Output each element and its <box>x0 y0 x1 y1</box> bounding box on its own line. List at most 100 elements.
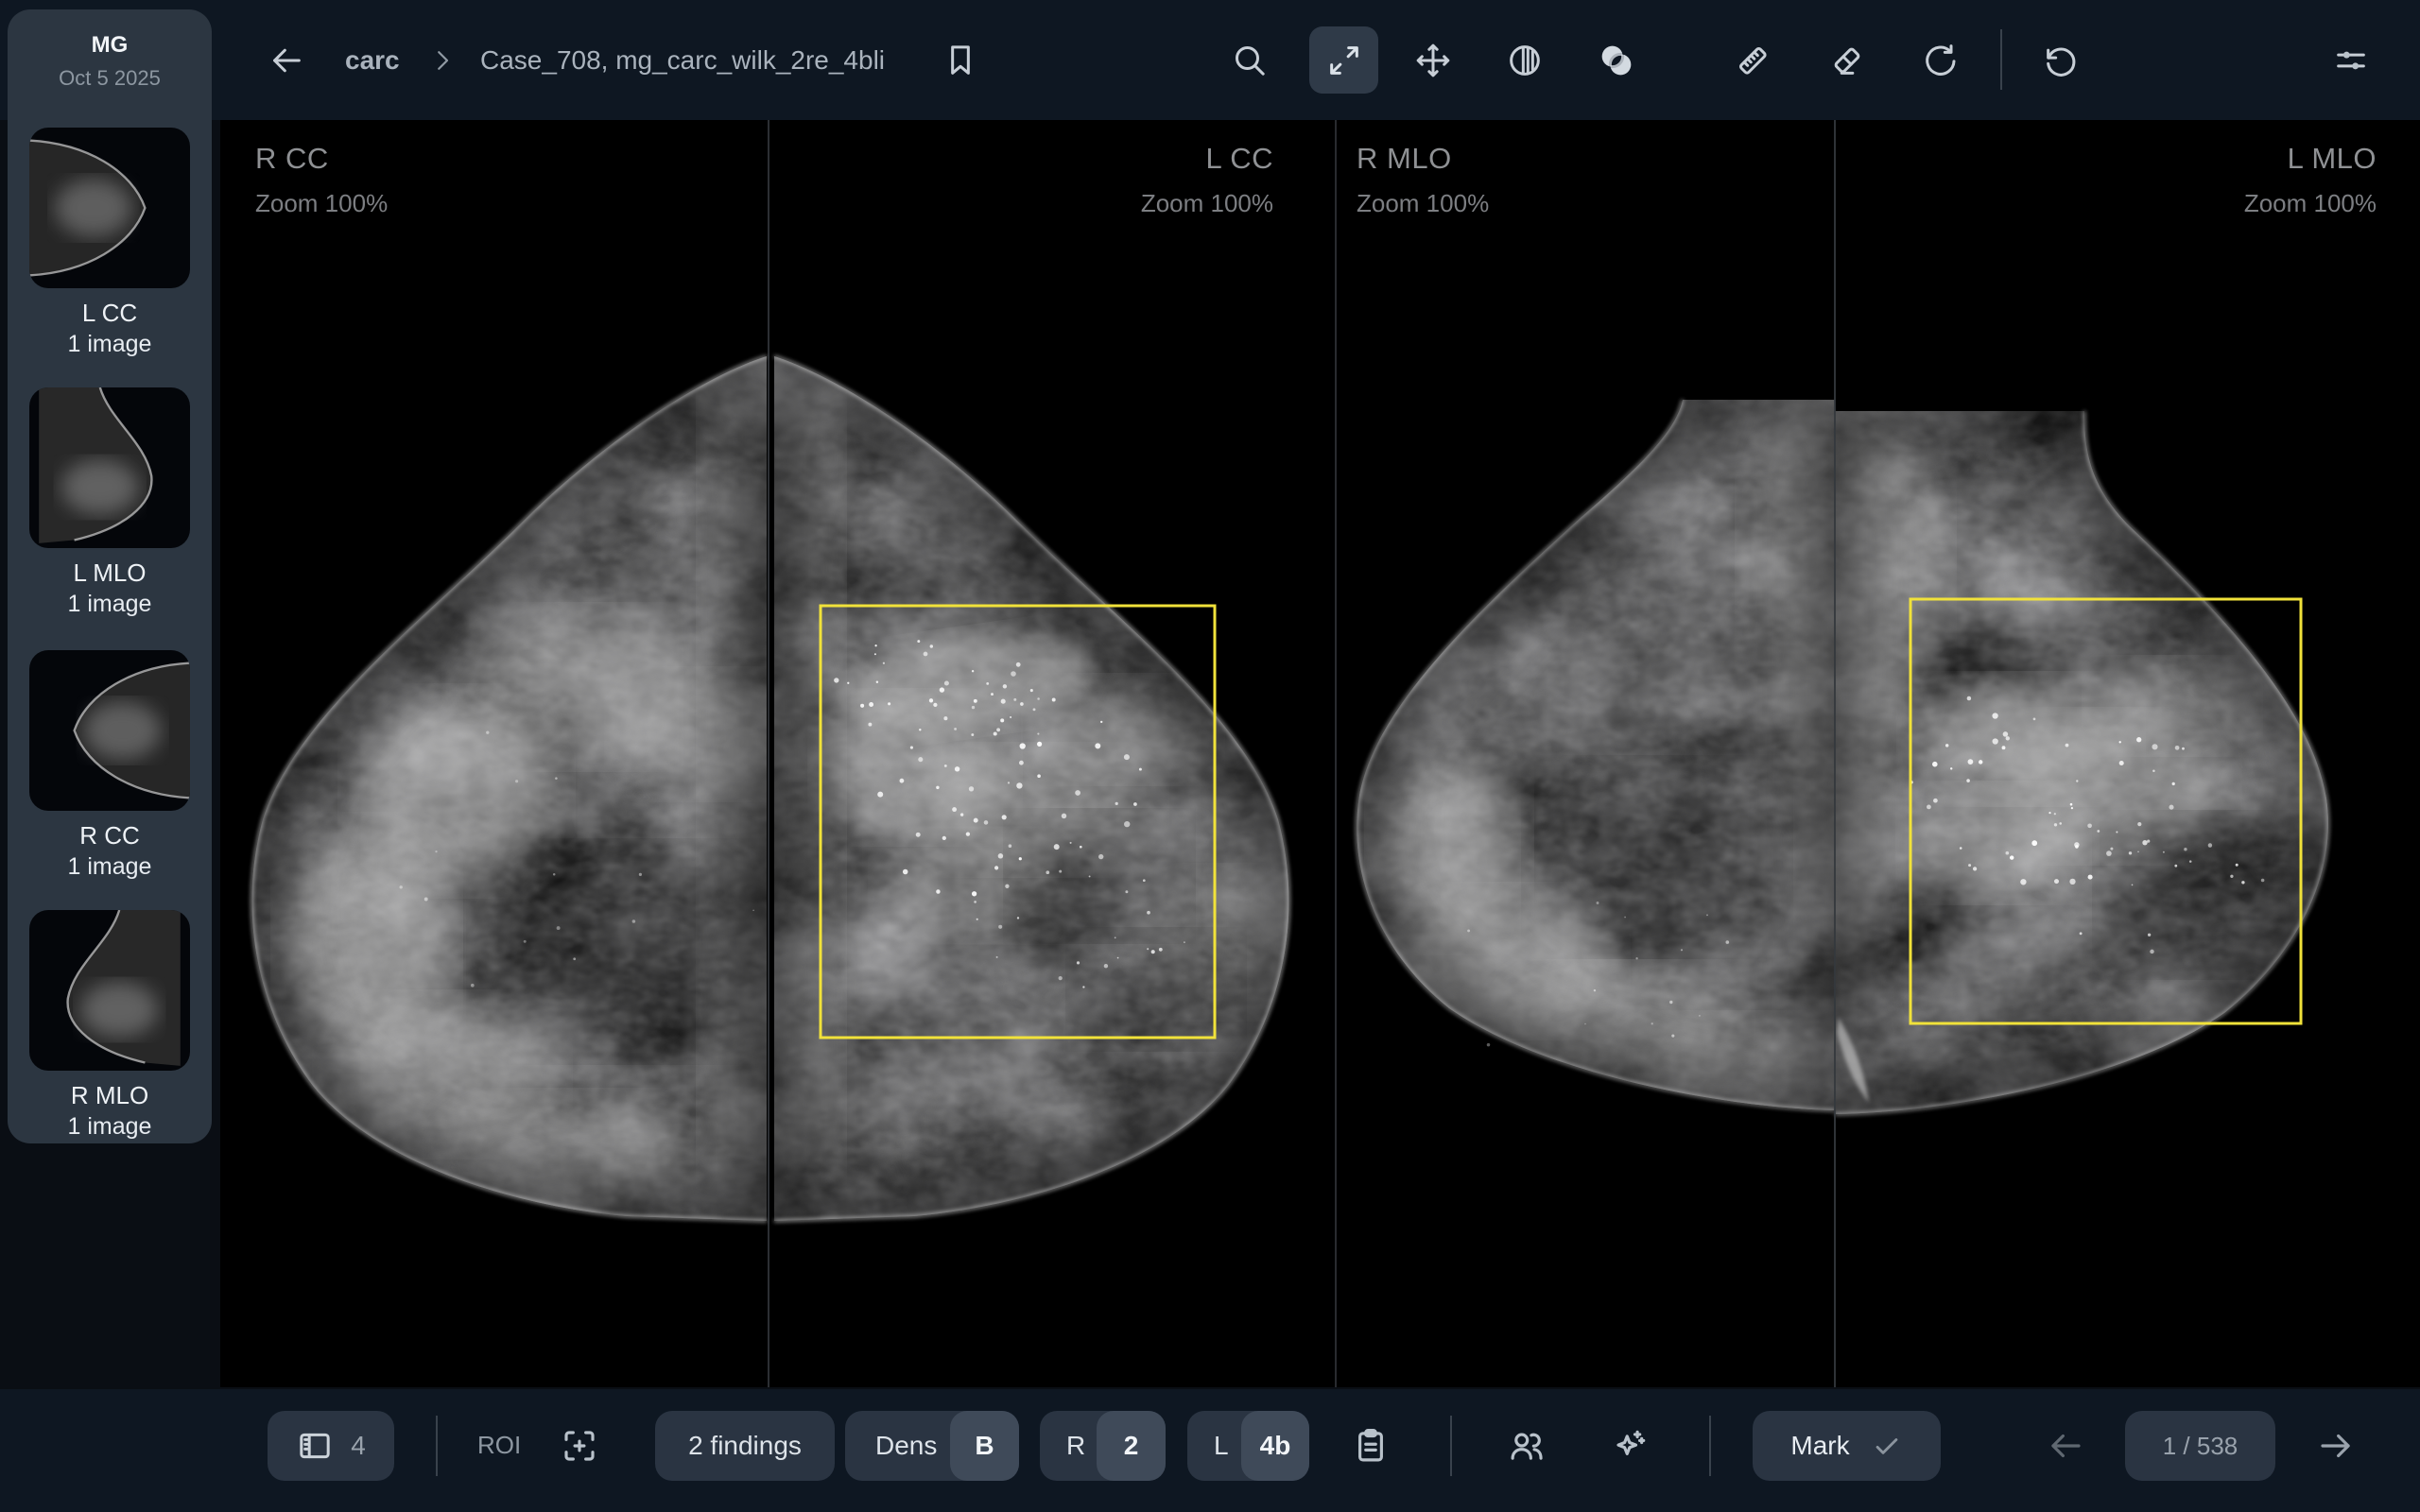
birads-right-button[interactable]: R 2 <box>1040 1411 1166 1481</box>
thumbnail-rcc[interactable] <box>29 650 190 811</box>
thumbnail-label: L CC <box>8 298 212 330</box>
mammogram-canvas <box>220 120 2420 1387</box>
sliders-icon <box>2332 42 2370 79</box>
rcc-image <box>239 337 802 1245</box>
layout-count: 4 <box>351 1431 366 1461</box>
bottom-toolbar: 4 ROI 2 findings Dens B R 2 L 4b <box>0 1389 2420 1512</box>
bookmark-button[interactable] <box>939 39 982 82</box>
pan-tool-button[interactable] <box>1411 39 1455 82</box>
toolbar-divider <box>1450 1416 1452 1476</box>
thumbnail-label: L MLO <box>8 558 212 590</box>
blend-icon <box>1598 42 1635 79</box>
case-title-wrap: Case_708, mg_carc_wilk_2re_4bli <box>480 0 885 120</box>
toolbar-divider <box>436 1416 438 1476</box>
density-label: Dens <box>875 1431 937 1461</box>
blend-tool-button[interactable] <box>1595 39 1638 82</box>
thumbnail-count: 1 image <box>8 1112 212 1142</box>
thumbnail-lcc[interactable] <box>29 128 190 288</box>
birads-right-label: R <box>1066 1431 1085 1461</box>
case-title: Case_708, mg_carc_wilk_2re_4bli <box>480 45 885 76</box>
thumbnail-lmlo[interactable] <box>29 387 190 548</box>
mark-label: Mark <box>1790 1431 1849 1461</box>
roi-label: ROI <box>477 1431 521 1460</box>
birads-left-label: L <box>1214 1431 1229 1461</box>
thumbnail-count: 1 image <box>8 852 212 882</box>
sidebar-item-lmlo[interactable]: L MLO 1 image <box>8 387 212 619</box>
panel-divider <box>768 120 769 1387</box>
next-case-button[interactable] <box>2314 1424 2358 1468</box>
layout-button[interactable]: 4 <box>268 1411 394 1481</box>
findings-label: 2 findings <box>688 1431 802 1461</box>
zoom-tool-button[interactable] <box>1309 26 1378 94</box>
move-icon <box>1414 42 1452 79</box>
top-toolbar: carc Case_708, mg_carc_wilk_2re_4bli <box>0 0 2420 120</box>
thumbnail-label: R CC <box>8 820 212 852</box>
sidebar-item-rcc[interactable]: R CC 1 image <box>8 650 212 882</box>
collaborators-button[interactable] <box>1505 1424 1548 1468</box>
image-viewport[interactable]: R CC Zoom 100% L CC Zoom 100% R MLO Zoom… <box>220 120 2420 1387</box>
density-value[interactable]: B <box>950 1411 1019 1481</box>
settings-button[interactable] <box>2329 39 2373 82</box>
arrow-left-icon <box>2046 1426 2085 1466</box>
report-button[interactable] <box>1349 1424 1392 1468</box>
ruler-icon <box>1734 42 1772 79</box>
clipboard-icon <box>1351 1426 1391 1466</box>
thumbnail-count: 1 image <box>8 590 212 619</box>
refresh-icon <box>1922 42 1960 79</box>
thumbnail-lmlo-image <box>29 387 190 548</box>
prev-case-button[interactable] <box>2044 1424 2087 1468</box>
study-sidebar: MG Oct 5 2025 L CC 1 image <box>8 9 212 1143</box>
breadcrumb-parent[interactable]: carc <box>345 45 400 76</box>
focus-icon <box>560 1426 599 1466</box>
lmlo-image <box>1827 394 2420 1160</box>
ai-assist-button[interactable] <box>1607 1424 1651 1468</box>
thumbnail-rmlo-image <box>29 910 190 1071</box>
people-icon <box>1507 1426 1547 1466</box>
sparkle-icon <box>1609 1426 1649 1466</box>
modality-label: MG <box>8 32 212 59</box>
thumbnail-rmlo[interactable] <box>29 910 190 1071</box>
birads-left-button[interactable]: L 4b <box>1187 1411 1309 1481</box>
eraser-icon <box>1828 42 1866 79</box>
arrow-right-icon <box>2316 1426 2356 1466</box>
thumbnail-count: 1 image <box>8 330 212 359</box>
sidebar-item-rmlo[interactable]: R MLO 1 image <box>8 910 212 1142</box>
expand-icon <box>1325 42 1363 79</box>
birads-right-value[interactable]: 2 <box>1097 1411 1166 1481</box>
thumbnail-label: R MLO <box>8 1080 212 1112</box>
roi-focus-button[interactable] <box>558 1424 601 1468</box>
mammography-viewer: carc Case_708, mg_carc_wilk_2re_4bli <box>0 0 2420 1512</box>
search-button[interactable] <box>1228 39 1271 82</box>
chevron-right-icon <box>425 40 459 81</box>
undo-button[interactable] <box>2039 39 2083 82</box>
breadcrumb: carc <box>345 0 400 120</box>
layout-icon <box>296 1427 334 1465</box>
thumbnail-rcc-image <box>29 650 190 811</box>
page-indicator: 1 / 538 <box>2163 1432 2238 1461</box>
windowing-tool-button[interactable] <box>1503 39 1547 82</box>
study-date: Oct 5 2025 <box>8 66 212 91</box>
page-indicator-pill: 1 / 538 <box>2125 1411 2275 1481</box>
back-button[interactable] <box>265 39 308 82</box>
study-header: MG Oct 5 2025 <box>8 9 212 91</box>
rmlo-image <box>1336 385 1846 1141</box>
contrast-icon <box>1506 42 1544 79</box>
measure-tool-button[interactable] <box>1731 39 1774 82</box>
reset-tool-button[interactable] <box>1919 39 1962 82</box>
mark-button[interactable]: Mark <box>1753 1411 1941 1481</box>
bookmark-icon <box>942 42 979 79</box>
lcc-image <box>750 337 1317 1245</box>
search-icon <box>1231 42 1269 79</box>
panel-divider <box>1335 120 1337 1387</box>
check-icon <box>1871 1430 1903 1462</box>
thumbnail-lcc-image <box>29 128 190 288</box>
density-button[interactable]: Dens B <box>845 1411 1019 1481</box>
sidebar-item-lcc[interactable]: L CC 1 image <box>8 128 212 359</box>
undo-icon <box>2042 42 2080 79</box>
back-icon <box>268 42 305 79</box>
birads-left-value[interactable]: 4b <box>1241 1411 1309 1481</box>
findings-button[interactable]: 2 findings <box>655 1411 835 1481</box>
toolbar-divider <box>1709 1416 1711 1476</box>
erase-tool-button[interactable] <box>1825 39 1869 82</box>
toolbar-divider <box>2000 29 2002 90</box>
